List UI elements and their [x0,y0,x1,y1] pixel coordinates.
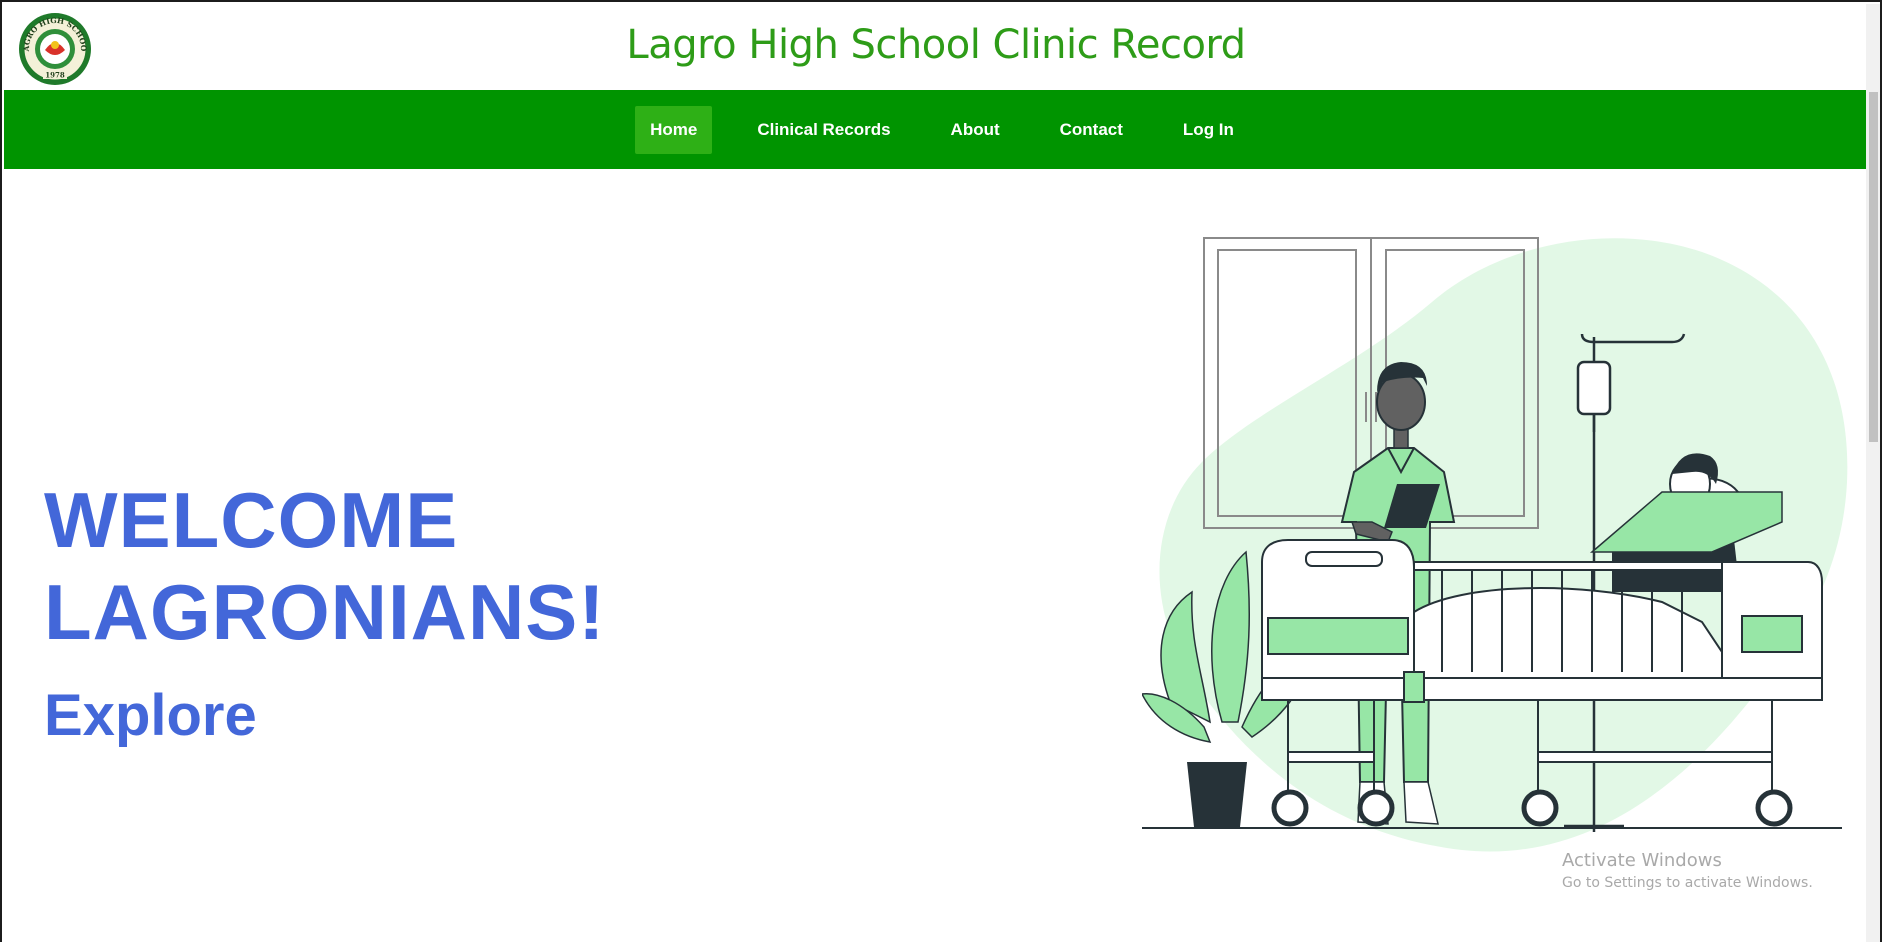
logo-year: 1978 [45,71,65,80]
welcome-line-1: WELCOME [44,476,459,564]
browser-viewport: LAGRO HIGH SCHOOL 1978 Lagro High School… [0,0,1882,942]
watermark-title: Activate Windows [1562,850,1722,871]
clinic-illustration [1142,237,1848,852]
nav-about[interactable]: About [936,106,1015,154]
nav-clinical-records[interactable]: Clinical Records [742,106,905,154]
nav-log-in[interactable]: Log In [1168,106,1249,154]
activate-windows-watermark: Activate Windows Go to Settings to activ… [1562,850,1813,891]
page-scrollbar[interactable] [1866,4,1880,942]
nav-contact[interactable]: Contact [1045,106,1138,154]
welcome-heading: WELCOME LAGRONIANS! [44,474,605,658]
welcome-line-2: LAGRONIANS! [44,568,606,656]
scrollbar-thumb[interactable] [1869,92,1878,442]
main-navbar: Home Clinical Records About Contact Log … [4,90,1868,169]
site-title: Lagro High School Clinic Record [626,22,1246,68]
watermark-subtitle: Go to Settings to activate Windows. [1562,875,1813,891]
nav-menu: Home Clinical Records About Contact Log … [635,105,1249,154]
site-header: LAGRO HIGH SCHOOL 1978 Lagro High School… [4,4,1868,90]
explore-link[interactable]: Explore [44,682,257,749]
nav-home[interactable]: Home [635,105,713,154]
hero-section: WELCOME LAGRONIANS! Explore [44,474,605,749]
